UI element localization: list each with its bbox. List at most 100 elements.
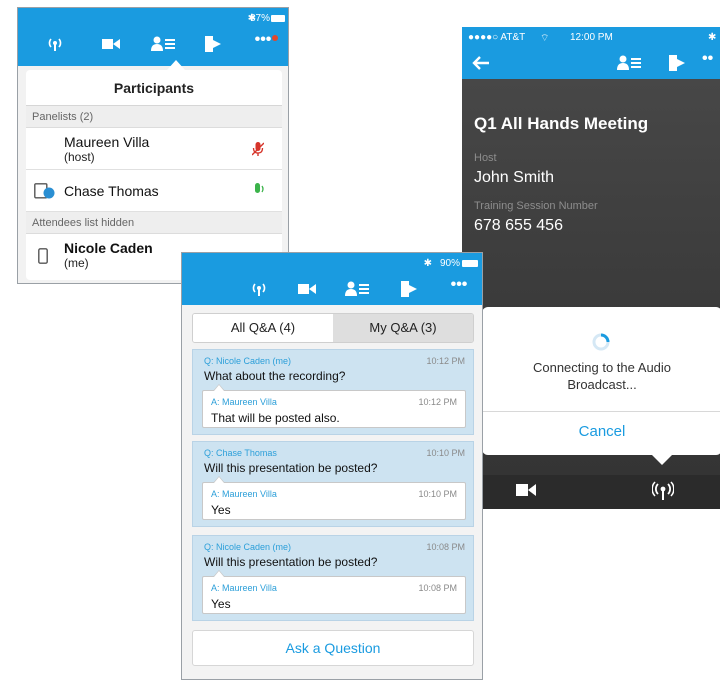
video-button[interactable] [96,30,126,58]
tab-all-qa[interactable]: All Q&A (4) [193,314,333,342]
question-text: What about the recording? [204,369,346,383]
battery-icon [462,260,478,267]
answer-box: A: Maureen Villa 10:12 PM That will be p… [202,384,466,428]
participants-icon [345,281,369,296]
video-icon [298,284,316,294]
leave-button[interactable] [394,275,424,303]
bluetooth-icon: ✱ [423,258,432,269]
leave-icon [401,281,417,297]
meeting-title: Q1 All Hands Meeting [474,114,649,133]
answer-author: A: Maureen Villa [211,489,277,499]
bottom-toolbar [462,475,720,509]
answer-author: A: Maureen Villa [211,397,277,407]
answer-box: A: Maureen Villa 10:08 PM Yes [202,570,466,614]
host-label: Host [474,152,497,164]
session-number-value: 678 655 456 [474,217,563,234]
question-text: Will this presentation be posted? [204,555,378,569]
computer-audio-icon [34,183,55,199]
more-button[interactable]: •• [702,45,720,73]
audio-broadcast-icon [252,283,266,296]
bluetooth-icon: ✱ [708,32,717,43]
ask-question-button[interactable]: Ask a Question [192,630,474,666]
cancel-button[interactable]: Cancel [482,412,720,455]
question-author: Q: Nicole Caden (me) [204,542,292,552]
connecting-message: Connecting to the Audio Broadcast... [532,360,672,392]
notification-dot [272,35,278,41]
participants-icon [617,55,641,70]
leave-button[interactable] [198,30,228,58]
participant-row[interactable]: Maureen Villa (host) [26,128,282,170]
participant-name: Chase Thomas [64,183,159,199]
meeting-screen: ●●●●○ AT&T ⌔ 12:00 PM ✱ •• Q1 All Hands … [462,27,720,509]
clock-label: 12:00 PM [570,32,613,43]
leave-icon [669,55,685,71]
participants-panel: Participants Panelists (2) Maureen Villa… [26,70,282,280]
back-button[interactable] [468,49,494,77]
status-bar: ●●●●○ AT&T ⌔ 12:00 PM ✱ [462,27,720,47]
question-time: 10:12 PM [426,356,465,366]
answer-text: Yes [211,503,231,517]
qa-item[interactable]: Q: Chase Thomas 10:10 PM Will this prese… [192,441,474,527]
mobile-device-icon [38,248,48,264]
more-button[interactable]: ••• [444,271,474,299]
qa-item[interactable]: Q: Nicole Caden (me) 10:08 PM Will this … [192,535,474,621]
panel-title: Participants [26,70,282,106]
more-icon: ••• [450,276,468,293]
answer-time: 10:10 PM [418,489,457,499]
question-text: Will this presentation be posted? [204,461,378,475]
session-number-label: Training Session Number [474,200,598,212]
battery-label: 87% [249,13,270,24]
tab-my-qa[interactable]: My Q&A (3) [333,314,473,342]
answer-author: A: Maureen Villa [211,583,277,593]
participant-name: Nicole Caden [64,240,153,256]
qa-screen: ✱ 90% ••• All Q&A (4) My Q&A (3) Q: Nico… [181,252,483,680]
host-value: John Smith [474,169,555,186]
answer-box: A: Maureen Villa 10:10 PM Yes [202,476,466,520]
qa-tabs: All Q&A (4) My Q&A (3) [192,313,474,343]
panelists-header: Panelists (2) [26,106,282,128]
audio-broadcast-icon [48,38,62,51]
answer-caret-fill [214,571,224,577]
attendees-header: Attendees list hidden [26,212,282,234]
participant-role: (me) [64,256,89,270]
participants-button[interactable] [612,49,646,77]
carrier-label: ●●●●○ AT&T [468,32,526,43]
active-mic-icon[interactable] [252,183,266,197]
status-bar: ✱ 87% [18,8,288,28]
audio-broadcast-icon [651,481,675,500]
video-button[interactable] [292,275,322,303]
participants-button[interactable] [340,275,374,303]
answer-caret-fill [214,385,224,391]
audio-broadcast-button[interactable] [651,481,675,506]
video-icon [102,39,120,49]
battery-icon [271,15,285,22]
leave-button[interactable] [662,49,692,77]
status-bar: ✱ 90% [182,253,482,273]
muted-mic-icon[interactable] [252,142,264,156]
question-time: 10:08 PM [426,542,465,552]
participants-button[interactable] [146,30,180,58]
leave-icon [205,36,221,52]
participant-role: (host) [64,150,95,164]
video-button[interactable] [516,483,536,502]
question-author: Q: Nicole Caden (me) [204,356,292,366]
audio-broadcast-button[interactable] [40,30,70,58]
battery-label: 90% [439,258,460,269]
participant-row[interactable]: Chase Thomas [26,170,282,212]
wifi-icon: ⌔ [540,33,550,44]
answer-caret-fill [214,477,224,483]
popover-caret [167,60,185,70]
answer-time: 10:12 PM [418,397,457,407]
participants-screen: ✱ 87% ••• Participants Panelists (2) Mau… [17,7,289,284]
top-bar: ●●●●○ AT&T ⌔ 12:00 PM ✱ •• [462,27,720,79]
qa-item[interactable]: Q: Nicole Caden (me) 10:12 PM What about… [192,349,474,435]
back-arrow-icon [472,56,489,70]
more-icon: ••• [254,31,272,48]
question-author: Q: Chase Thomas [204,448,277,458]
question-time: 10:10 PM [426,448,465,458]
loading-spinner-icon [592,333,610,351]
answer-time: 10:08 PM [418,583,457,593]
audio-broadcast-button[interactable] [244,275,274,303]
answer-text: That will be posted also. [211,411,340,425]
answer-text: Yes [211,597,231,611]
